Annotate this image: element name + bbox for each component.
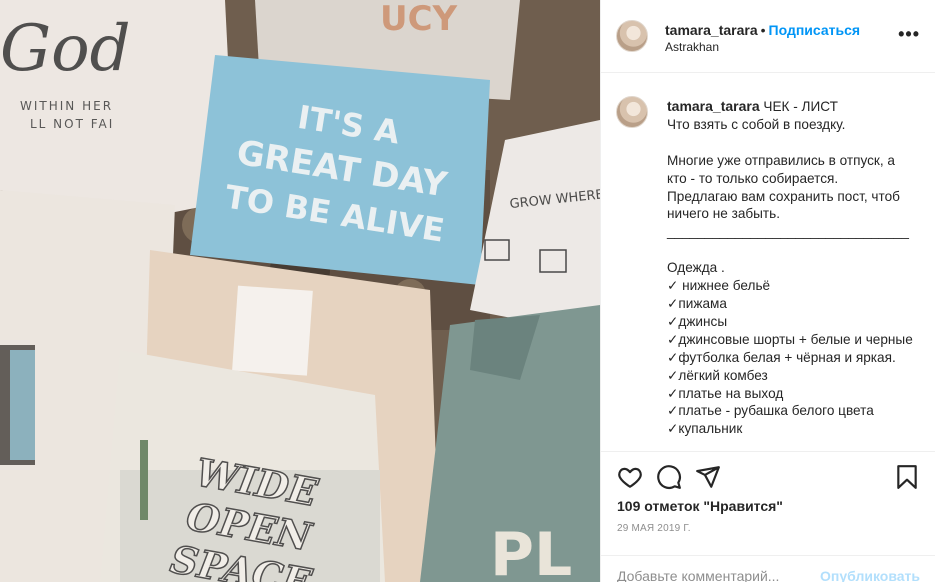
comment-icon[interactable] [656,464,682,490]
caption-line: ✓платье на выход [667,385,784,401]
caption-text: tamara_tarara ЧЕК - ЛИСТ Что взять с соб… [667,98,917,438]
caption-line: ✓платье - рубашка белого цвета [667,403,874,419]
heart-icon[interactable] [617,464,643,490]
tshirts-image: God WITHIN HER LL NOT FAI UCY IT'S A GRE… [0,0,600,582]
post-header: tamara_tarara • Подписаться Astrakhan ••• [601,0,935,73]
caption-line: Что взять с собой в поездку. [667,116,846,132]
caption-line: Многие уже отправились в отпуск, а кто -… [667,152,899,186]
likes-count[interactable]: 109 отметок "Нравится" [617,498,783,514]
follow-button[interactable]: Подписаться [769,22,861,38]
caption-line: ✓купальник [667,421,743,437]
post-sidebar: tamara_tarara • Подписаться Astrakhan ••• … [600,0,935,582]
caption-line: Одежда . [667,260,725,276]
avatar[interactable] [616,20,648,52]
username-link[interactable]: tamara_tarara [665,22,758,38]
post-actions: 109 отметок "Нравится" 29 МАЯ 2019 Г. Оп… [601,451,935,582]
caption-title: ЧЕК - ЛИСТ [763,99,838,114]
caption-section: tamara_tarara ЧЕК - ЛИСТ Что взять с соб… [601,74,935,450]
caption-line: ________________________________ [667,224,909,240]
caption-line: ✓пижама [667,295,727,311]
caption-line: Предлагаю вам сохранить пост, чтоб ничег… [667,188,904,222]
bookmark-icon[interactable] [894,464,920,490]
post-date[interactable]: 29 МАЯ 2019 Г. [617,523,691,534]
share-icon[interactable] [695,464,721,490]
caption-line: ✓лёгкий комбез [667,367,768,383]
post-photo[interactable]: God WITHIN HER LL NOT FAI UCY IT'S A GRE… [0,0,600,582]
more-options-icon[interactable]: ••• [898,24,920,45]
caption-username-link[interactable]: tamara_tarara [667,98,760,114]
comment-input[interactable] [617,566,817,582]
caption-line: ✓ нижнее бельё [667,278,771,294]
publish-button[interactable]: Опубликовать [820,568,920,582]
caption-line [667,134,917,152]
caption-line: ✓джинсовые шорты + белые и черные [667,331,913,347]
caption-line [667,241,917,259]
comment-form: Опубликовать [601,555,935,582]
caption-line: ✓джинсы [667,313,728,329]
caption-line: ✓футболка белая + чёрная и яркая. [667,349,896,365]
caption-avatar[interactable] [616,96,648,128]
location-link[interactable]: Astrakhan [665,40,719,54]
header-user-line: tamara_tarara • Подписаться [665,22,860,38]
separator-dot: • [760,22,766,38]
